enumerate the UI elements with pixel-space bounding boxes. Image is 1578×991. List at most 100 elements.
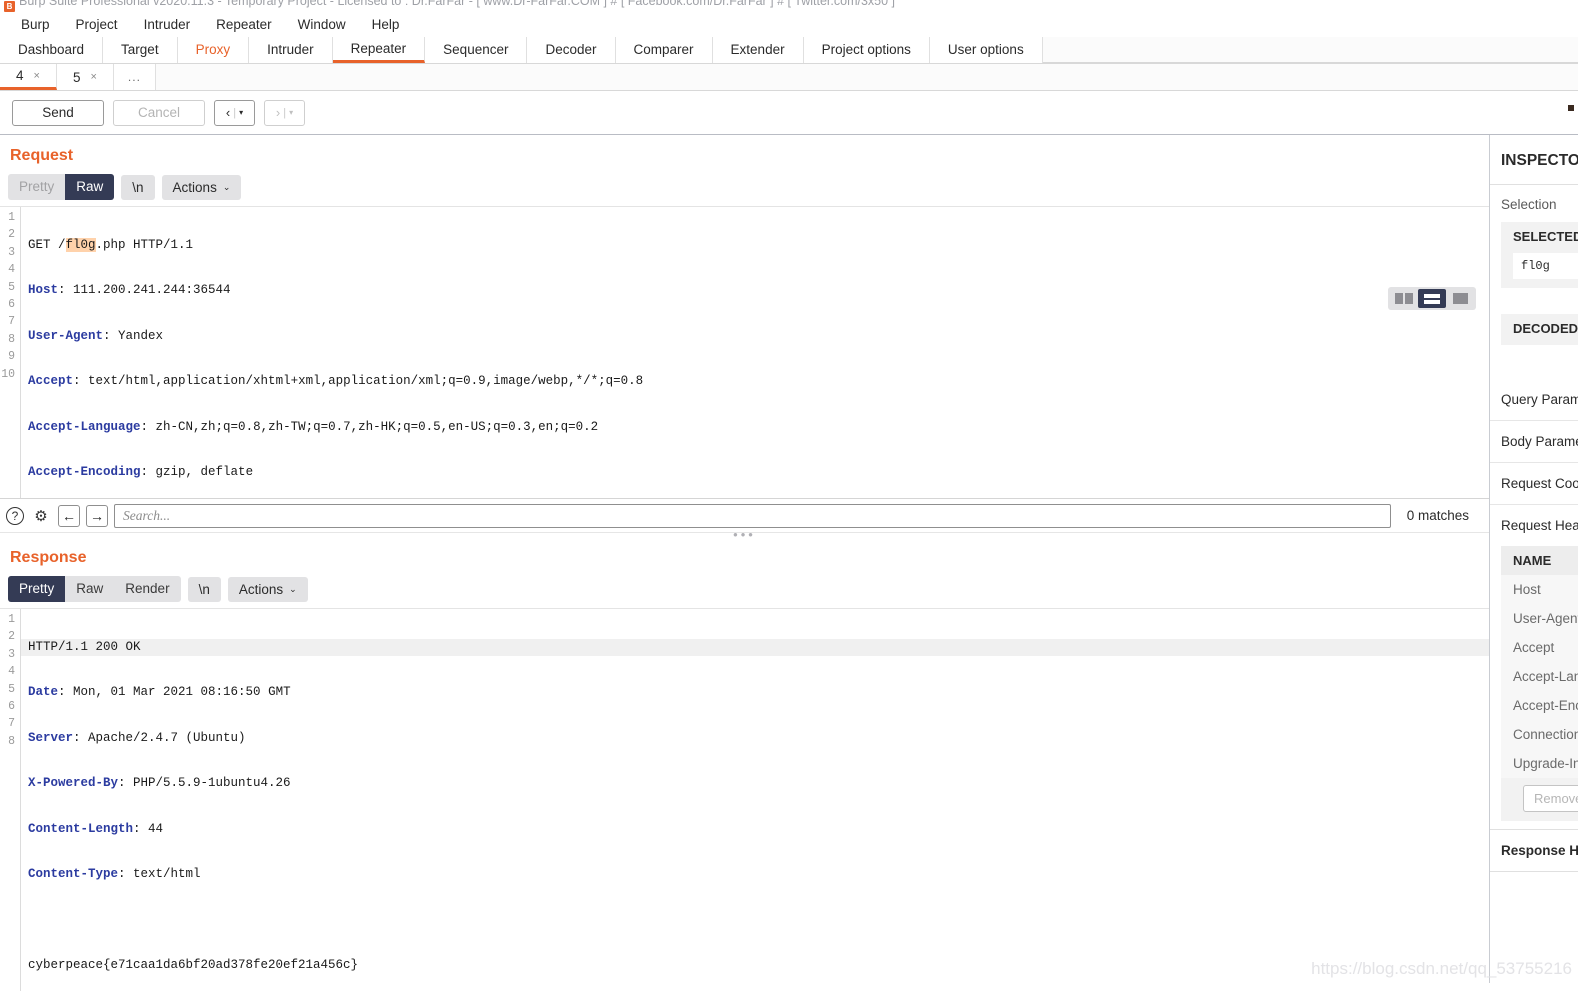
tab-user-options[interactable]: User options [929,37,1043,63]
response-raw-tab[interactable]: Raw [65,576,114,602]
inspector-section-request-cookies[interactable]: Request Cookies [1490,463,1578,505]
tab-comparer[interactable]: Comparer [615,37,713,63]
close-icon[interactable]: × [90,71,96,83]
response-line-7 [28,911,1489,928]
request-toolbar: Pretty Raw \n Actions ⌄ [0,174,1489,206]
remove-header-button[interactable]: Remove [1523,785,1578,812]
request-newline-button[interactable]: \n [121,174,155,200]
chevron-down-icon: ⌄ [222,181,231,192]
repeater-tab-4[interactable]: 4 × [0,64,57,90]
tab-project-options[interactable]: Project options [803,37,930,63]
inspector-section-request-headers[interactable]: Request Headers [1490,505,1578,546]
single-view-icon[interactable] [1446,289,1474,308]
request-line-3: User-Agent: Yandex [28,328,1489,345]
gear-icon[interactable]: ⚙ [30,505,52,527]
menu-bar: Burp Project Intruder Repeater Window He… [0,13,1578,37]
tab-extender[interactable]: Extender [712,37,804,63]
menu-item-help[interactable]: Help [359,13,413,37]
tab-proxy[interactable]: Proxy [177,37,250,63]
inspector-title: INSPECTOR [1501,152,1578,169]
view-layout-buttons [1388,287,1476,310]
response-newline-button[interactable]: \n [187,576,221,602]
response-code[interactable]: HTTP/1.1 200 OK Date: Mon, 01 Mar 2021 0… [21,609,1489,991]
forward-button[interactable]: › | ▾ [264,99,305,126]
line-number: 9 [8,350,15,364]
back-button[interactable]: ‹ | ▾ [214,99,255,126]
header-row-host[interactable]: Host [1501,575,1578,604]
main-tab-bar: Dashboard Target Proxy Intruder Repeater… [0,37,1578,64]
request-line-4: Accept: text/html,application/xhtml+xml,… [28,373,1489,390]
divider: | [233,106,237,119]
request-line-2: Host: 111.200.241.244:36544 [28,282,1489,299]
response-pretty-tab[interactable]: Pretty [8,576,66,602]
header-row-upgrade-insecure-requests[interactable]: Upgrade-Insecure-Requests [1501,749,1578,778]
find-next-button[interactable]: → [86,504,108,527]
colon: : [140,419,149,434]
request-line-5: Accept-Language: zh-CN,zh;q=0.8,zh-TW;q=… [28,419,1489,436]
request-match-count: 0 matches [1406,508,1469,523]
line-number: 3 [8,245,15,259]
selected-text-block: SELECTED TEXT fl0g [1501,222,1578,288]
find-previous-button[interactable]: ← [58,504,80,527]
header-row-connection[interactable]: Connection [1501,720,1578,749]
tab-intruder[interactable]: Intruder [249,37,333,63]
decoded-from-block: DECODED FROM [1501,314,1578,345]
cancel-button[interactable]: Cancel [113,99,205,126]
line-number: 2 [8,630,15,644]
header-name: Content-Type [28,866,119,881]
response-actions-button[interactable]: Actions ⌄ [227,576,308,602]
tab-decoder[interactable]: Decoder [527,37,616,63]
repeater-tab-overflow[interactable]: ... [113,64,156,90]
tab-sequencer[interactable]: Sequencer [425,37,528,63]
request-line-1: GET /fl0g.php HTTP/1.1 [28,237,1489,254]
response-editor[interactable]: 1 2 3 4 5 6 7 8 HTTP/1.1 200 OK Date: Mo… [0,608,1489,991]
request-search-input[interactable]: Search... [114,503,1391,528]
tab-repeater[interactable]: Repeater [332,37,426,63]
response-actions-label: Actions [238,581,284,597]
response-line-numbers: 1 2 3 4 5 6 7 8 [0,609,21,991]
divider: | [283,106,287,119]
menu-item-window[interactable]: Window [285,13,359,37]
header-value: PHP/5.5.9-1ubuntu4.26 [125,776,291,791]
close-icon[interactable]: × [34,70,40,82]
menu-item-project[interactable]: Project [63,13,131,37]
header-value: Apache/2.4.7 (Ubuntu) [80,730,246,745]
send-button[interactable]: Send [12,99,104,126]
header-value: zh-CN,zh;q=0.8,zh-TW;q=0.7,zh-HK;q=0.5,e… [148,419,599,434]
request-editor[interactable]: 1 2 3 4 5 6 7 8 9 10 GET /fl0g.php HTTP/… [0,206,1489,498]
header-name: X-Powered-By [28,776,119,791]
request-raw-tab[interactable]: Raw [65,174,115,200]
inspector-section-body-parameters[interactable]: Body Parameters [1490,421,1578,463]
selected-text-value[interactable]: fl0g [1513,253,1578,279]
colon: : [58,685,66,700]
tab-dashboard[interactable]: Dashboard [0,37,104,63]
inspector-selection-label: Selection [1501,197,1557,212]
repeater-tab-4-label: 4 [16,68,24,83]
header-row-user-agent[interactable]: User-Agent [1501,604,1578,633]
side-by-side-view-icon[interactable] [1390,289,1418,308]
repeater-tab-filler [156,64,1578,90]
menu-item-burp[interactable]: Burp [8,13,63,37]
line-number: 1 [8,211,15,224]
stacked-view-icon[interactable] [1418,289,1446,308]
inspector-section-response-headers[interactable]: Response Headers [1490,830,1578,871]
inspector-section-query-parameters[interactable]: Query Parameters [1490,379,1578,421]
colon: : [58,283,66,298]
header-row-accept[interactable]: Accept [1501,633,1578,662]
response-render-tab[interactable]: Render [114,576,180,602]
request-pretty-tab[interactable]: Pretty [8,174,65,200]
menu-item-intruder[interactable]: Intruder [131,13,204,37]
inspector-panel: INSPECTOR Selection SELECTED TEXT fl0g D… [1489,135,1578,983]
header-value: text/html [125,866,201,881]
request-actions-button[interactable]: Actions ⌄ [161,174,242,200]
response-line-2: Date: Mon, 01 Mar 2021 08:16:50 GMT [28,684,1489,701]
tab-target[interactable]: Target [103,37,178,63]
request-code[interactable]: GET /fl0g.php HTTP/1.1 Host: 111.200.241… [21,207,1489,498]
menu-item-repeater[interactable]: Repeater [203,13,285,37]
help-icon[interactable]: ? [6,506,24,525]
http-method: GET [28,238,59,252]
header-row-accept-encoding[interactable]: Accept-Encoding [1501,691,1578,720]
header-value: Yandex [110,328,164,343]
header-row-accept-language[interactable]: Accept-Language [1501,662,1578,691]
repeater-tab-5[interactable]: 5 × [56,64,114,90]
